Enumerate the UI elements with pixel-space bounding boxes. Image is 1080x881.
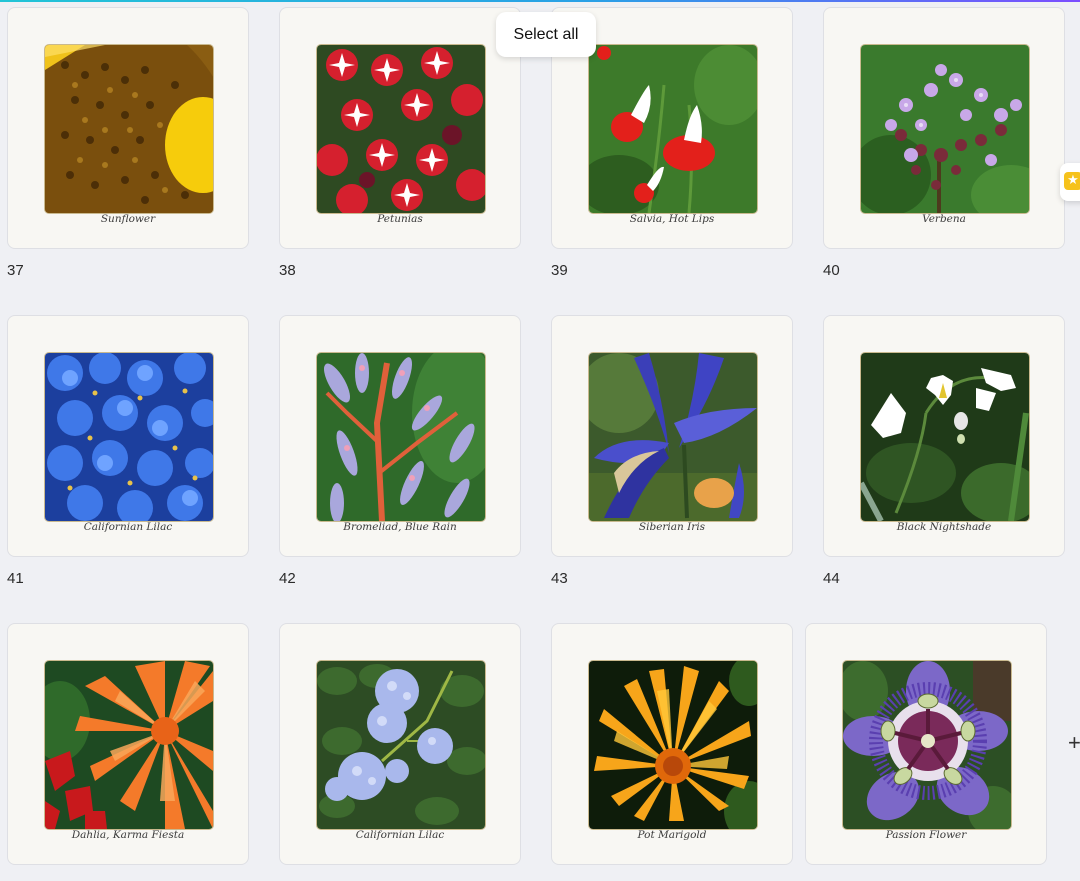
page-number: 40 — [823, 262, 840, 279]
page-number: 42 — [279, 570, 296, 587]
page-caption: Black Nightshade — [896, 521, 992, 533]
page-caption: Verbena — [922, 213, 966, 225]
page-caption: Passion Flower — [885, 829, 967, 841]
black-nightshade-image — [861, 353, 1029, 521]
dahlia-karma-fiesta-image — [45, 661, 213, 829]
petunias-image — [317, 45, 485, 213]
page-card-47[interactable]: Pot Marigold — [551, 623, 793, 865]
californian-lilac-image — [317, 661, 485, 829]
page-number: 38 — [279, 262, 296, 279]
page-card-38[interactable]: Petunias — [279, 7, 521, 249]
page-card-41[interactable]: Californian Lilac — [7, 315, 249, 557]
page-caption: Bromeliad, Blue Rain — [343, 521, 457, 533]
page-caption: Petunias — [377, 213, 423, 225]
siberian-iris-image — [589, 353, 757, 521]
passion-flower-image — [843, 661, 1011, 829]
sunflower-image — [45, 45, 213, 213]
side-panel-tab[interactable]: ★ — [1060, 163, 1080, 201]
star-icon: ★ — [1064, 172, 1080, 190]
page-card-48[interactable]: Passion Flower — [805, 623, 1047, 865]
page-card-44[interactable]: Black Nightshade — [823, 315, 1065, 557]
page-number: 39 — [551, 262, 568, 279]
page-card-37[interactable]: Sunflower — [7, 7, 249, 249]
page-card-40[interactable]: Verbena — [823, 7, 1065, 249]
verbena-image — [861, 45, 1029, 213]
pot-marigold-image — [589, 661, 757, 829]
top-progress-line — [0, 0, 1080, 2]
page-caption: Salvia, Hot Lips — [629, 213, 715, 225]
page-card-43[interactable]: Siberian Iris — [551, 315, 793, 557]
page-number: 41 — [7, 570, 24, 587]
page-caption: Dahlia, Karma Fiesta — [71, 829, 185, 841]
page-number: 43 — [551, 570, 568, 587]
californian-lilac-image — [45, 353, 213, 521]
salvia-hot-lips-image — [589, 45, 757, 213]
bromeliad-blue-rain-image — [317, 353, 485, 521]
select-all-button[interactable]: Select all — [496, 12, 596, 57]
page-caption: Sunflower — [100, 213, 156, 225]
page-card-46[interactable]: Californian Lilac — [279, 623, 521, 865]
page-card-45[interactable]: Dahlia, Karma Fiesta — [7, 623, 249, 865]
add-page-button[interactable]: + — [1068, 730, 1080, 756]
page-number: 37 — [7, 262, 24, 279]
page-card-42[interactable]: Bromeliad, Blue Rain — [279, 315, 521, 557]
page-caption: Californian Lilac — [83, 521, 173, 533]
page-caption: Pot Marigold — [637, 829, 707, 841]
page-caption: Siberian Iris — [638, 521, 706, 533]
page-number: 44 — [823, 570, 840, 587]
page-caption: Californian Lilac — [355, 829, 445, 841]
